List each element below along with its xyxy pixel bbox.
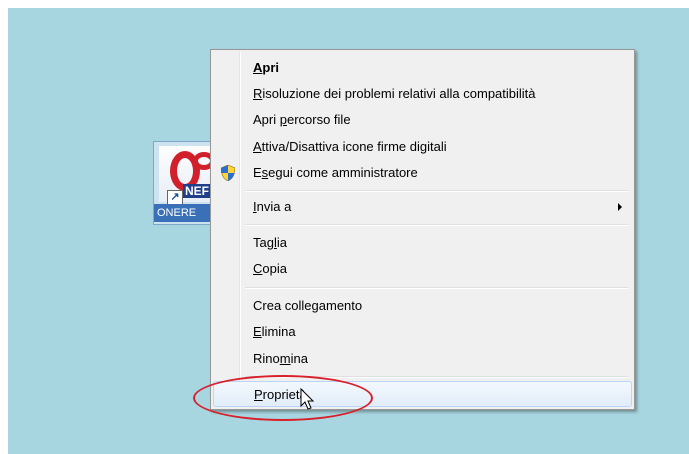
menu-item-label: Copia [253,261,287,276]
menu-item-apri[interactable]: Apri [213,55,632,81]
menu-item-label: Taglia [253,235,287,250]
menu-item-label: Esegui come amministratore [253,165,418,180]
menu-item-label: Attiva/Disattiva icone firme digitali [253,139,447,154]
menu-item-label: Elimina [253,324,296,339]
uac-shield-icon [221,165,235,181]
opera-app-icon: NEF ↗ [159,146,219,206]
menu-item-apri-percorso-file[interactable]: Apri percorso file [213,107,632,133]
submenu-arrow-icon [618,203,622,211]
menu-item-taglia[interactable]: Taglia [213,230,632,256]
mouse-cursor-icon [300,388,315,410]
menu-item-label: Risoluzione dei problemi relativi alla c… [253,86,536,101]
menu-item-label: Apri [253,60,280,75]
menu-separator [245,190,628,192]
menu-item-label: Crea collegamento [253,298,363,313]
menu-item-crea-collegamento[interactable]: Crea collegamento [213,293,632,319]
context-menu: Apri Risoluzione dei problemi relativi a… [210,49,635,410]
menu-item-elimina[interactable]: Elimina [213,319,632,345]
menu-item-copia[interactable]: Copia [213,256,632,282]
red-highlight-ellipse [193,375,373,421]
menu-item-label: Apri percorso file [253,112,351,127]
menu-separator [245,287,628,289]
menu-item-invia-a[interactable]: Invia a [213,194,632,220]
menu-item-firme-digitali[interactable]: Attiva/Disattiva icone firme digitali [213,134,632,160]
menu-separator [245,224,628,226]
menu-item-risoluzione-compatibilita[interactable]: Risoluzione dei problemi relativi alla c… [213,81,632,107]
menu-item-label: Invia a [253,199,292,214]
menu-item-label: Rinomina [253,351,308,366]
menu-item-rinomina[interactable]: Rinomina [213,346,632,372]
menu-item-esegui-come-amministratore[interactable]: Esegui come amministratore [213,160,632,186]
